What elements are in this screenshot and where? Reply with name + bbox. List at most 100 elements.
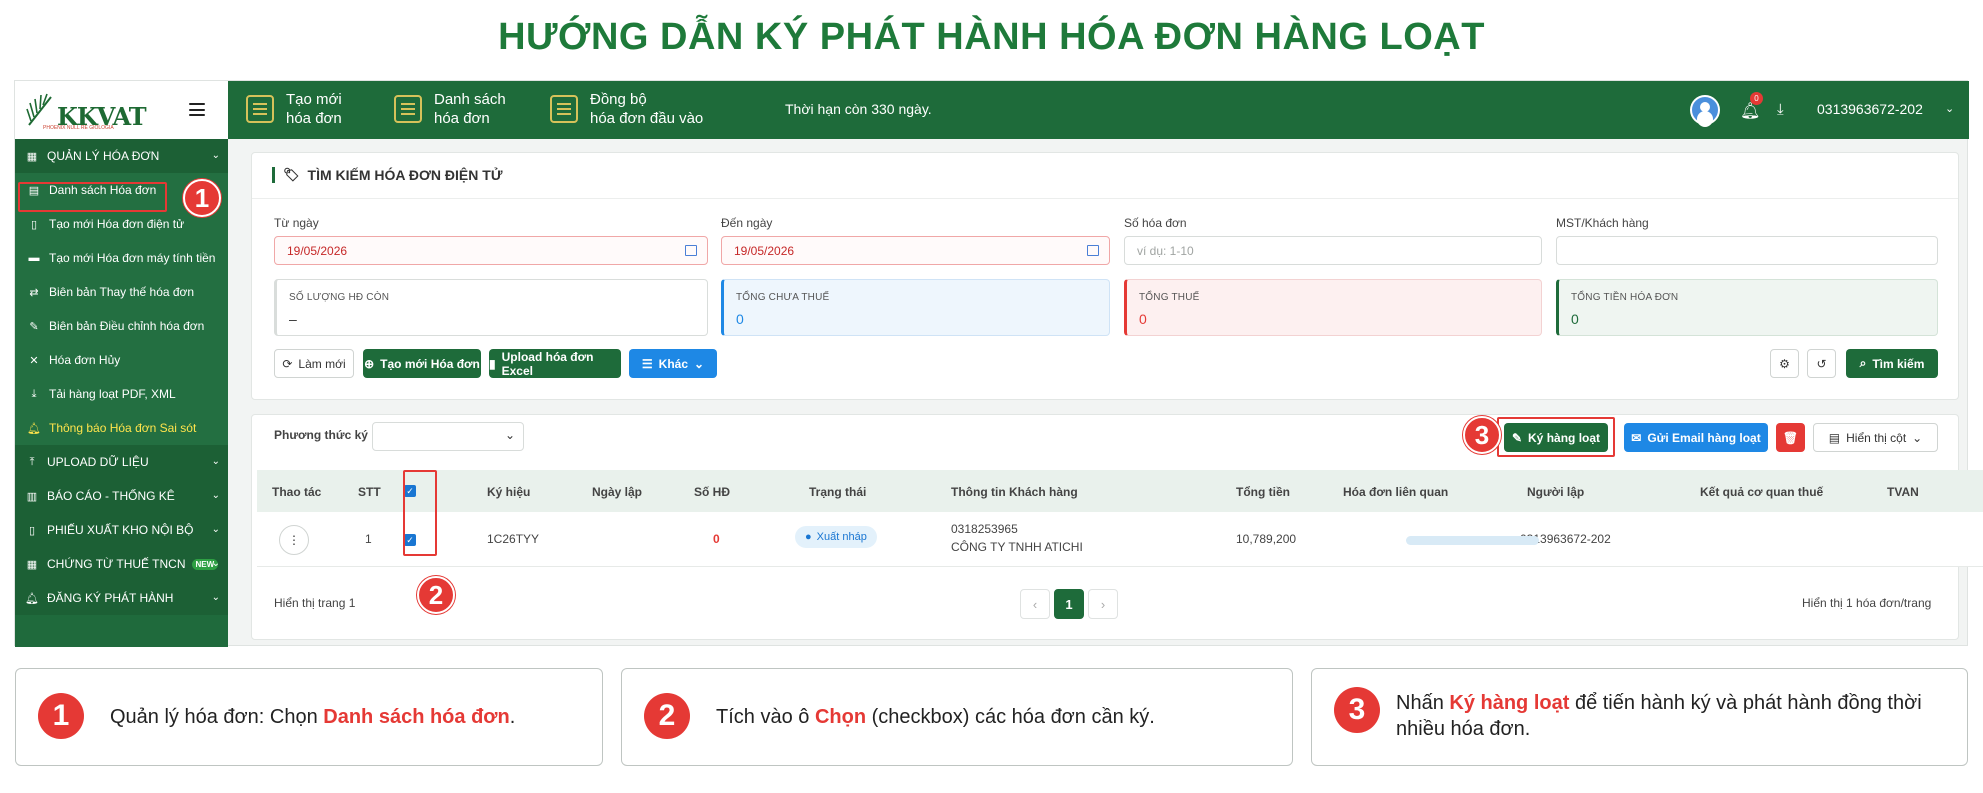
row-actions-button[interactable]: ⋮ <box>279 525 309 555</box>
stat-label: TỔNG THUẾ <box>1139 292 1200 303</box>
download-icon[interactable]: ⤓ <box>1777 101 1784 118</box>
trash-icon: 🗑︎ <box>1782 430 1799 445</box>
stat-label: TỔNG CHƯA THUẾ <box>736 292 830 303</box>
instruction-number: 2 <box>644 693 690 739</box>
chevron-down-icon: ⌄ <box>211 490 220 501</box>
topbar-invoice-list[interactable]: Danh sách hóa đơn <box>394 90 506 128</box>
prev-page-button[interactable]: ‹ <box>1020 589 1050 619</box>
column-header: Số HĐ <box>694 485 730 499</box>
table-row[interactable]: ⋮ 1 ✓ 1C26TYY 0 ● Xuất nháp 0318253965 C… <box>257 512 1983 567</box>
topbar-label: Tạo mới <box>286 91 342 108</box>
sidebar-item-label: Hóa đơn Hủy <box>49 353 121 367</box>
avatar[interactable] <box>1690 95 1720 125</box>
instruction-text-emphasis: Danh sách hóa đơn <box>323 706 510 728</box>
search-title-text: TÌM KIẾM HÓA ĐƠN ĐIỆN TỬ <box>307 167 503 183</box>
upload-excel-button-label: Upload hóa đơn Excel <box>501 349 594 378</box>
sidebar-item-create-pos-invoice[interactable]: ▬ Tạo mới Hóa đơn máy tính tiền <box>15 241 228 275</box>
sidebar-item-label: BÁO CÁO - THỐNG KÊ <box>47 489 175 503</box>
column-header: Người lập <box>1527 485 1585 499</box>
sidebar-item-replacement-record[interactable]: ⇄ Biên bản Thay thế hóa đơn <box>15 275 228 309</box>
instruction-text-emphasis: Ký hàng loạt <box>1449 692 1570 714</box>
next-page-button[interactable]: › <box>1088 589 1118 619</box>
other-button-label: Khác <box>658 356 689 371</box>
calendar-icon[interactable] <box>685 245 697 256</box>
from-date-input[interactable]: 19/05/2026 <box>274 236 708 265</box>
status-label: Xuất nháp <box>816 531 867 543</box>
topbar-sync-inbound[interactable]: Đồng bộ hóa đơn đầu vào <box>550 90 703 128</box>
delete-button[interactable]: 🗑︎ <box>1776 423 1805 452</box>
sidebar-item-label: Biên bản Điều chỉnh hóa đơn <box>49 319 205 333</box>
column-header: Hóa đơn liên quan <box>1343 485 1449 499</box>
tag-icon: 🏷︎ <box>283 167 300 182</box>
instruction-text: Tích vào ô Chọn (checkbox) các hóa đơn c… <box>716 704 1155 730</box>
sidebar-section-pit-voucher[interactable]: ▦ CHỨNG TỪ THUẾ TNCN NEW ⌄ <box>15 547 228 581</box>
sidebar-section-invoice-management[interactable]: ▦ QUẢN LÝ HÓA ĐƠN ⌄ <box>15 139 228 173</box>
instruction-text-post: . <box>509 706 516 728</box>
invoice-number-input[interactable]: ví dụ: 1-10 <box>1124 236 1542 265</box>
topbar-label: hóa đơn <box>434 110 490 127</box>
column-header: Trạng thái <box>809 485 867 499</box>
search-card-title: 🏷︎ TÌM KIẾM HÓA ĐƠN ĐIỆN TỬ <box>272 167 502 183</box>
instruction-number: 1 <box>38 693 84 739</box>
chevron-down-icon: ⌄ <box>1912 430 1923 445</box>
other-dropdown-button[interactable]: ☰ Khác ⌄ <box>629 349 717 378</box>
file-icon: ▯ <box>30 218 38 231</box>
upload-excel-button[interactable]: ▮ Upload hóa đơn Excel <box>489 349 621 378</box>
sidebar: KKVAT PHOENIX NULL RE GIOLOGIA ▦ QUẢN LÝ… <box>15 81 228 647</box>
batch-email-button[interactable]: ✉ Gửi Email hàng loạt <box>1624 423 1768 452</box>
sidebar-section-upload-data[interactable]: ⤒ UPLOAD DỮ LIỆU ⌄ <box>15 445 228 479</box>
sidebar-section-warehouse-slip[interactable]: ▯ PHIẾU XUẤT KHO NỘI BỘ ⌄ <box>15 513 228 547</box>
chevron-down-icon: ⌄ <box>211 150 220 161</box>
create-invoice-icon <box>246 95 274 123</box>
to-date-input[interactable]: 19/05/2026 <box>721 236 1110 265</box>
column-visibility-label: Hiển thị cột <box>1846 430 1907 445</box>
user-account[interactable]: 0313963672-202 <box>1817 101 1923 117</box>
status-dot-icon: ● <box>805 531 812 543</box>
from-date-value: 19/05/2026 <box>287 243 348 258</box>
create-invoice-button-label: Tạo mới Hóa đơn <box>380 356 480 371</box>
search-button[interactable]: ⌕ Tìm kiếm <box>1846 349 1938 378</box>
logo: KKVAT PHOENIX NULL RE GIOLOGIA <box>15 81 228 139</box>
chevron-down-icon: ⌄ <box>211 558 220 569</box>
sidebar-item-label: PHIẾU XUẤT KHO NỘI BỘ <box>47 523 194 537</box>
stat-invoice-total: TỔNG TIỀN HÓA ĐƠN 0 <box>1556 279 1938 336</box>
upload-icon: ⤒ <box>29 455 35 468</box>
row-symbol: 1C26TYY <box>487 532 540 546</box>
invoice-table-card: Phương thức ký ⌄ ✎ Ký hàng loạt ✉ Gửi Em… <box>251 414 1983 640</box>
column-header: TVAN <box>1887 485 1919 499</box>
tax-customer-input[interactable] <box>1556 236 1938 265</box>
sign-method-select[interactable]: ⌄ <box>372 422 524 451</box>
calendar-icon[interactable] <box>1087 245 1099 256</box>
sidebar-item-bulk-download[interactable]: ⤓ Tải hàng loạt PDF, XML <box>15 377 228 411</box>
sidebar-item-error-notice[interactable]: 🔔︎ Thông báo Hóa đơn Sai sót <box>15 411 228 445</box>
doc-icon: ▯ <box>28 524 36 537</box>
reset-button[interactable]: ↺ <box>1807 349 1836 378</box>
sidebar-item-cancelled-invoice[interactable]: ✕ Hóa đơn Hủy <box>15 343 228 377</box>
file-icon: ▮ <box>489 356 496 371</box>
chevron-down-icon[interactable]: ⌄ <box>1945 102 1954 115</box>
highlight-box-step-2 <box>403 470 437 556</box>
search-card: 🏷︎ TÌM KIẾM HÓA ĐƠN ĐIỆN TỬ Từ ngày 19/0… <box>251 152 1959 400</box>
sidebar-section-issue-registration[interactable]: 🔔︎ ĐĂNG KÝ PHÁT HÀNH ⌄ <box>15 581 228 615</box>
create-invoice-button[interactable]: ⊕ Tạo mới Hóa đơn <box>363 349 481 378</box>
instruction-text-pre: Nhấn <box>1396 692 1450 714</box>
sidebar-item-adjustment-record[interactable]: ✎ Biên bản Điều chỉnh hóa đơn <box>15 309 228 343</box>
column-visibility-button[interactable]: ▤ Hiển thị cột ⌄ <box>1813 423 1938 452</box>
column-header: STT <box>358 485 381 499</box>
topbar-create-invoice[interactable]: Tạo mới hóa đơn <box>246 90 342 128</box>
subscription-notice: Thời hạn còn 330 ngày. <box>785 101 932 117</box>
sidebar-section-reports[interactable]: ▥ BÁO CÁO - THỐNG KÊ ⌄ <box>15 479 228 513</box>
refresh-button[interactable]: ⟳ Làm mới <box>274 349 354 378</box>
settings-button[interactable]: ⚙ <box>1770 349 1799 378</box>
invoice-icon: ▦ <box>26 150 38 163</box>
chevron-down-icon: ⌄ <box>694 356 705 371</box>
topbar-label: Đồng bộ <box>590 91 647 108</box>
current-page-button[interactable]: 1 <box>1054 589 1084 619</box>
menu-toggle-icon[interactable] <box>189 103 205 116</box>
highlight-box-step-1 <box>18 182 167 212</box>
sidebar-item-label: Tải hàng loạt PDF, XML <box>49 387 176 401</box>
stat-value: 0 <box>1571 311 1579 327</box>
batch-email-button-label: Gửi Email hàng loạt <box>1647 430 1761 445</box>
instruction-text: Nhấn Ký hàng loạt để tiến hành ký và phá… <box>1396 690 1944 742</box>
row-total: 10,789,200 <box>1236 532 1297 546</box>
